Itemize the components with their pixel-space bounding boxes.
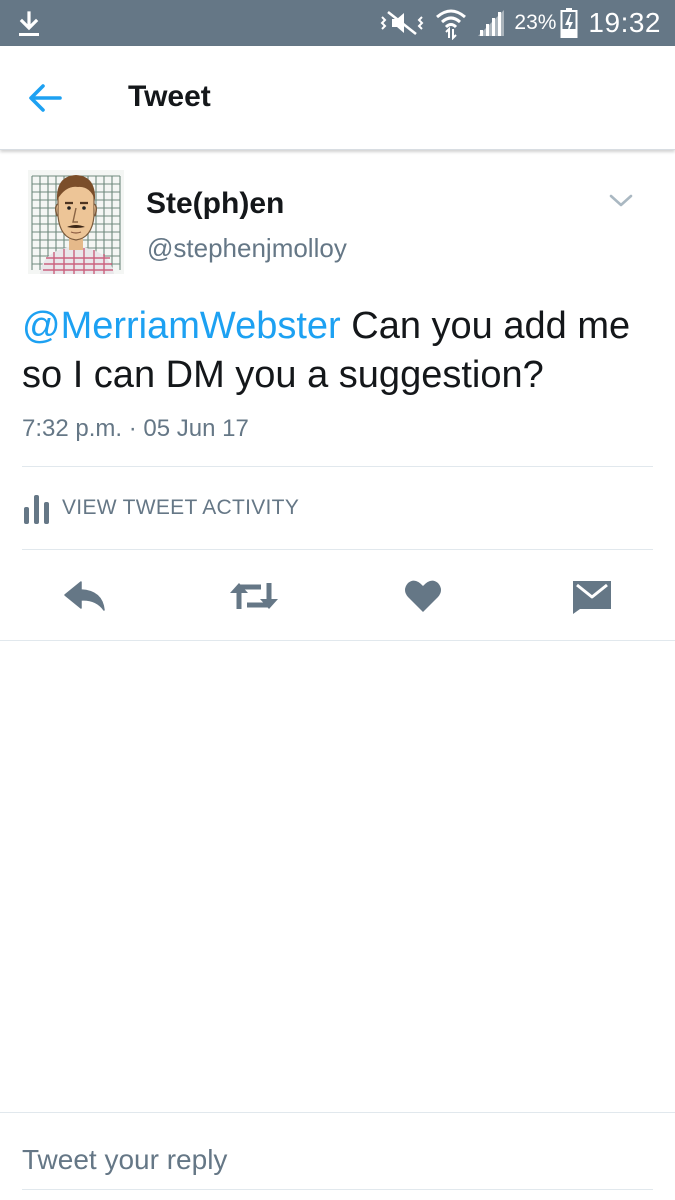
direct-message-button[interactable] <box>562 572 622 620</box>
mute-icon <box>380 10 424 36</box>
tweet-actions <box>0 572 675 620</box>
tweet-text: @MerriamWebster Can you add me so I can … <box>22 302 662 400</box>
back-arrow-icon <box>29 84 62 112</box>
status-indicators: 23% 19:32 <box>372 0 661 46</box>
status-time: 19:32 <box>588 7 661 38</box>
divider <box>22 549 653 550</box>
direct-message-icon <box>573 581 611 614</box>
author-display-name[interactable]: Ste(ph)en <box>146 187 284 221</box>
page-title: Tweet <box>128 80 211 113</box>
app-bar: Tweet <box>0 46 675 150</box>
author-handle[interactable]: @stephenjmolloy <box>147 233 347 264</box>
wifi-icon <box>436 9 467 40</box>
chevron-down-icon <box>609 194 633 207</box>
avatar[interactable] <box>28 170 124 274</box>
view-tweet-activity-label: VIEW TWEET ACTIVITY <box>62 496 300 519</box>
view-tweet-activity-button[interactable]: VIEW TWEET ACTIVITY <box>22 486 299 530</box>
signal-icon <box>478 10 505 36</box>
battery-charging-icon <box>560 8 578 38</box>
reply-underline <box>22 1189 653 1190</box>
mention-link[interactable]: @MerriamWebster <box>22 305 341 347</box>
battery-percent: 23% <box>514 11 557 34</box>
reply-input[interactable] <box>22 1140 653 1180</box>
like-button[interactable] <box>393 572 453 620</box>
like-icon <box>405 580 441 612</box>
reply-button[interactable] <box>55 572 115 620</box>
tweet-options-button[interactable] <box>606 190 636 212</box>
tweet-timestamp: 7:32 p.m. · 05 Jun 17 <box>22 415 249 442</box>
retweet-icon <box>230 583 278 609</box>
avatar-illustration <box>28 170 124 274</box>
reply-icon <box>64 581 105 611</box>
analytics-bars-icon <box>24 495 49 524</box>
divider <box>0 1112 675 1113</box>
status-bar: 23% 19:32 <box>0 0 675 46</box>
divider <box>22 466 653 467</box>
back-button[interactable] <box>22 76 68 120</box>
retweet-button[interactable] <box>224 572 284 620</box>
divider <box>0 640 675 641</box>
download-icon <box>19 11 39 36</box>
